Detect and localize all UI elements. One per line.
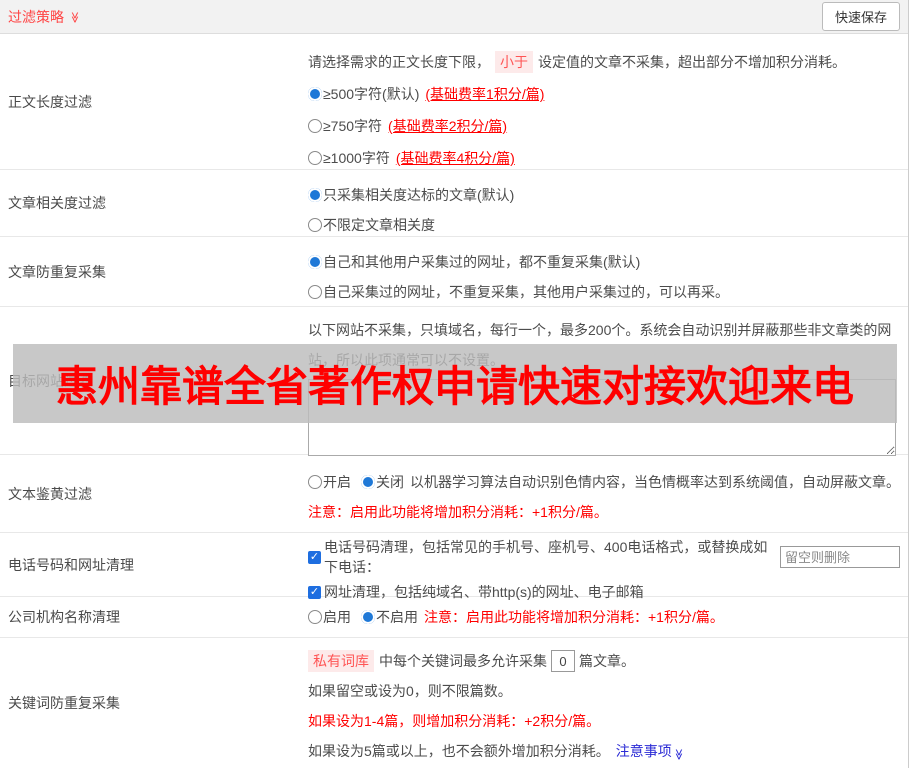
length-option-500[interactable]: ≥500字符(默认) (基础费率1积分/篇) [308, 78, 900, 110]
rate-note: (基础费率1积分/篇) [425, 86, 545, 102]
notes-link[interactable]: 注意事项≫ [616, 741, 684, 761]
relevance-option-strict[interactable]: 只采集相关度达标的文章(默认) [308, 180, 900, 210]
row-article-dedup: 文章防重复采集 自己和其他用户采集过的网址，都不重复采集(默认) 自己采集过的网… [0, 237, 908, 307]
replacement-phone-input[interactable] [780, 546, 900, 568]
max-articles-input[interactable] [551, 650, 575, 672]
company-clean-note: 注意：启用此功能将增加积分消耗：+1积分/篇。 [424, 609, 724, 625]
chevron-down-icon: ≫ [672, 748, 685, 761]
row-keyword-dedup: 关键词防重复采集 私有词库 中每个关键词最多允许采集 篇文章。 如果留空或设为0… [0, 638, 908, 768]
page-title[interactable]: 过滤策略 ≫ [8, 7, 80, 27]
chevron-down-icon: ≫ [68, 11, 81, 24]
radio-icon[interactable] [308, 218, 322, 232]
porn-filter-off-label[interactable]: 关闭 [376, 472, 404, 492]
porn-filter-note: 注意：启用此功能将增加积分消耗：+1积分/篇。 [308, 504, 608, 520]
checkbox-checked-icon[interactable]: ✓ [308, 550, 321, 564]
row-label: 公司机构名称清理 [8, 609, 120, 625]
row-label: 正文长度过滤 [8, 93, 92, 110]
radio-icon[interactable] [308, 475, 322, 489]
excluded-sites-textarea[interactable] [308, 379, 896, 456]
keyword-dedup-line2: 如果留空或设为0，则不限篇数。 [308, 683, 512, 699]
radio-icon[interactable] [308, 285, 322, 299]
radio-selected-icon[interactable] [361, 475, 375, 489]
company-clean-off-label[interactable]: 不启用 [376, 607, 418, 627]
private-thesaurus-badge[interactable]: 私有词库 [308, 650, 374, 672]
row-label: 电话号码和网址清理 [8, 556, 134, 573]
porn-filter-on-label[interactable]: 开启 [323, 472, 351, 492]
radio-icon[interactable] [308, 119, 322, 133]
rate-note: (基础费率4积分/篇) [395, 150, 515, 166]
row-phone-url-clean: 电话号码和网址清理 ✓ 电话号码清理，包括常见的手机号、座机号、400电话格式，… [0, 533, 908, 600]
row-target-site-filter: 目标网站过滤 以下网站不采集，只填域名，每行一个，最多200个。系统会自动识别并… [0, 307, 908, 456]
relevance-option-any[interactable]: 不限定文章相关度 [308, 210, 900, 240]
dedup-option-self[interactable]: 自己采集过的网址，不重复采集，其他用户采集过的，可以再采。 [308, 277, 900, 307]
rate-note: (基础费率2积分/篇) [388, 118, 508, 134]
porn-filter-desc: 以机器学习算法自动识别色情内容，当色情概率达到系统阈值，自动屏蔽文章。 [410, 474, 900, 490]
row-label: 文章防重复采集 [8, 263, 106, 280]
length-option-750[interactable]: ≥750字符 (基础费率2积分/篇) [308, 110, 900, 142]
filter-strategy-page: 过滤策略 ≫ 快速保存 正文长度过滤 请选择需求的正文长度下限， 小于 设定值的… [0, 0, 909, 768]
row-relevance-filter: 文章相关度过滤 只采集相关度达标的文章(默认) 不限定文章相关度 [0, 170, 908, 237]
dedup-option-all[interactable]: 自己和其他用户采集过的网址，都不重复采集(默认) [308, 247, 900, 277]
radio-selected-icon[interactable] [308, 255, 322, 269]
row-label: 文本鉴黄过滤 [8, 485, 92, 502]
radio-selected-icon[interactable] [308, 188, 322, 202]
length-intro: 请选择需求的正文长度下限， 小于 设定值的文章不采集，超出部分不增加积分消耗。 [308, 46, 900, 78]
target-sites-description: 以下网站不采集，只填域名，每行一个，最多200个。系统会自动识别并屏蔽那些非文章… [308, 322, 892, 368]
radio-selected-icon[interactable] [361, 610, 375, 624]
radio-icon[interactable] [308, 151, 322, 165]
company-clean-on-label[interactable]: 启用 [323, 607, 351, 627]
row-porn-filter: 文本鉴黄过滤 开启 关闭 以机器学习算法自动识别色情内容，当色情概率达到系统阈值… [0, 455, 908, 533]
row-company-clean: 公司机构名称清理 启用 不启用 注意：启用此功能将增加积分消耗：+1积分/篇。 [0, 597, 908, 638]
header-bar: 过滤策略 ≫ 快速保存 [0, 0, 908, 34]
radio-selected-icon[interactable] [308, 87, 322, 101]
page-title-text: 过滤策略 [8, 8, 64, 25]
less-than-badge: 小于 [495, 51, 533, 73]
row-label: 目标网站过滤 [8, 372, 92, 389]
keyword-dedup-line3: 如果设为1-4篇，则增加积分消耗：+2积分/篇。 [308, 713, 601, 729]
keyword-dedup-line4: 如果设为5篇或以上，也不会额外增加积分消耗。 [308, 743, 610, 759]
row-label: 关键词防重复采集 [8, 695, 120, 711]
radio-icon[interactable] [308, 610, 322, 624]
row-label: 文章相关度过滤 [8, 195, 106, 211]
row-content-length-filter: 正文长度过滤 请选择需求的正文长度下限， 小于 设定值的文章不采集，超出部分不增… [0, 34, 908, 170]
quick-save-button[interactable]: 快速保存 [821, 2, 900, 31]
phone-clean-label: 电话号码清理，包括常见的手机号、座机号、400电话格式，或替换成如下电话： [324, 539, 768, 575]
